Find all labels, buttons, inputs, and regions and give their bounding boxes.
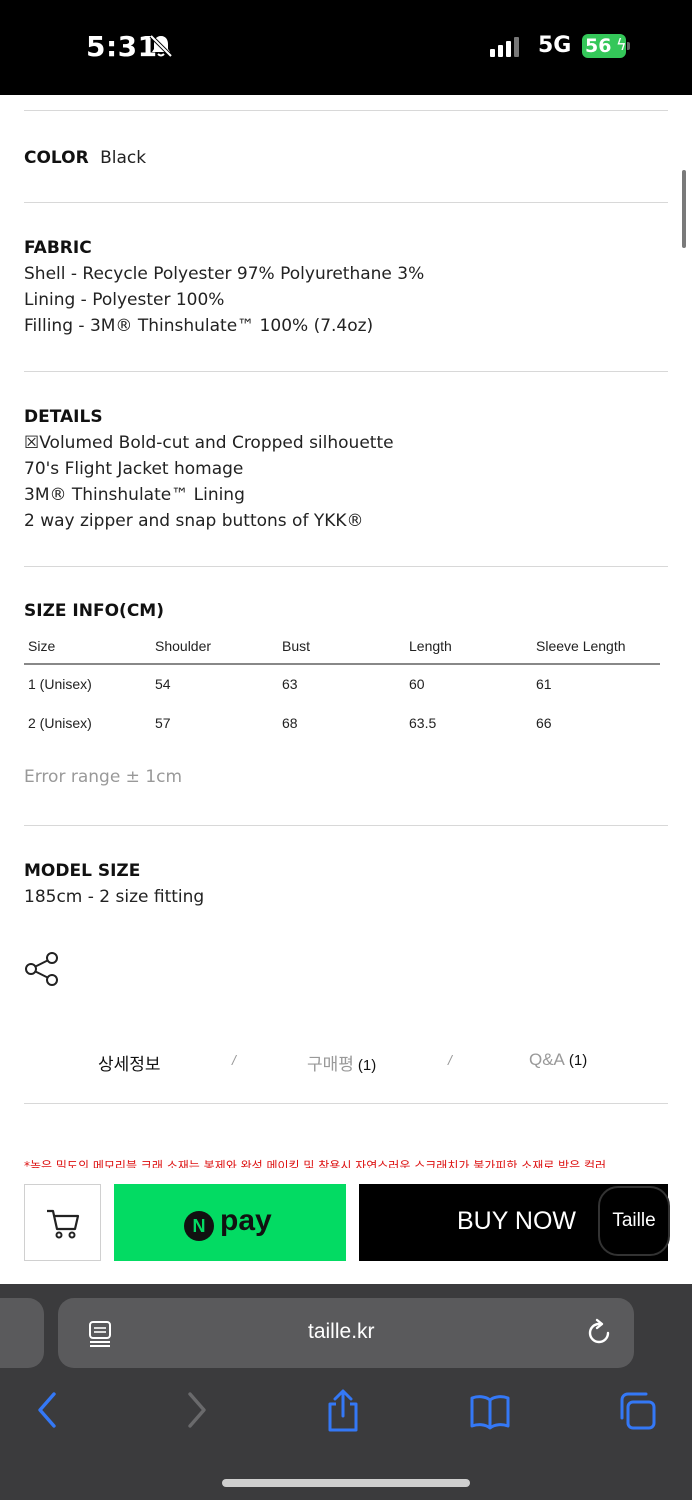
product-info-content[interactable]: COLOR Black FABRIC Shell - Recycle Polye…: [0, 95, 692, 1168]
column-header: Sleeve Length: [532, 628, 660, 665]
bookmarks-icon[interactable]: [470, 1388, 510, 1432]
status-bar: 5:31 5G 56 ϟ: [0, 0, 692, 95]
details-line: 70's Flight Jacket homage: [24, 459, 244, 479]
model-size-label: MODEL SIZE: [24, 861, 141, 881]
fabric-label: FABRIC: [24, 238, 92, 258]
forward-arrow-icon[interactable]: [176, 1388, 216, 1432]
model-size-section: MODEL SIZE 185cm - 2 size fitting: [24, 858, 204, 910]
page-menu-icon[interactable]: [88, 1320, 114, 1348]
column-header: Length: [405, 628, 532, 665]
charging-bolt-icon: ϟ: [616, 35, 627, 54]
network-label: 5G: [538, 33, 572, 58]
divider: [24, 825, 668, 826]
browser-toolbar: taille.kr: [0, 1284, 692, 1500]
tabs-icon[interactable]: [618, 1388, 658, 1432]
model-size-value: 185cm - 2 size fitting: [24, 887, 205, 907]
table-cell: 63: [282, 676, 298, 692]
divider: [24, 110, 668, 111]
tab-qa-count: (1): [568, 1052, 588, 1069]
column-header: Shoulder: [151, 628, 278, 665]
tab-separator: /: [232, 1052, 236, 1068]
url-text[interactable]: taille.kr: [308, 1320, 375, 1344]
divider: [24, 566, 668, 567]
status-time: 5:31: [86, 30, 158, 63]
table-cell: 63.5: [409, 714, 437, 731]
purchase-bar: N pay BUY NOW: [0, 1168, 692, 1284]
share-sheet-icon[interactable]: [323, 1388, 363, 1432]
scrollbar[interactable]: [682, 170, 686, 248]
share-icon[interactable]: [24, 951, 60, 987]
column-header: Bust: [278, 628, 405, 665]
npay-label: pay: [220, 1204, 272, 1237]
size-info-label: SIZE INFO(CM): [24, 601, 164, 621]
color-label: COLOR: [24, 148, 89, 168]
reload-icon[interactable]: [584, 1318, 614, 1348]
tab-detail[interactable]: 상세정보: [98, 1050, 161, 1075]
divider: [24, 1103, 668, 1104]
cart-button[interactable]: [24, 1184, 101, 1261]
battery-indicator: 56 ϟ: [582, 34, 630, 58]
table-cell: 1 (Unisex): [28, 676, 92, 692]
table-cell: 54: [155, 676, 171, 692]
details-line: 2 way zipper and snap buttons of YKK®: [24, 511, 364, 531]
fabric-line: Shell - Recycle Polyester 97% Polyuretha…: [24, 264, 425, 284]
battery-level: 56: [585, 35, 612, 57]
table-cell: 57: [155, 714, 171, 731]
address-bar[interactable]: taille.kr: [58, 1298, 634, 1368]
details-line: ☒Volumed Bold-cut and Cropped silhouette: [24, 433, 394, 453]
table-header-row: Size Shoulder Bust Length Sleeve Length: [24, 628, 660, 665]
back-arrow-icon[interactable]: [28, 1388, 68, 1432]
tab-qa[interactable]: Q&A (1): [529, 1050, 587, 1070]
tab-review[interactable]: 구매평 (1): [307, 1050, 376, 1075]
tab-review-label: 구매평: [307, 1055, 354, 1074]
size-table: Size Shoulder Bust Length Sleeve Length …: [24, 628, 660, 742]
table-row: 2 (Unisex) 57 68 63.5 66: [24, 703, 660, 742]
table-cell: 66: [536, 714, 552, 731]
taille-chat-button[interactable]: Taille: [598, 1186, 670, 1256]
table-cell: 2 (Unisex): [28, 714, 92, 731]
signal-icon: [490, 37, 519, 57]
naver-n-icon: N: [184, 1211, 214, 1241]
size-info-section: SIZE INFO(CM): [24, 598, 164, 624]
divider: [24, 202, 668, 203]
color-value: Black: [100, 148, 147, 168]
error-range-note: Error range ± 1cm: [24, 767, 183, 787]
buy-now-label: BUY NOW: [457, 1207, 576, 1235]
color-row: COLOR Black: [24, 145, 146, 171]
table-row: 1 (Unisex) 54 63 60 61: [24, 664, 660, 703]
details-line: 3M® Thinshulate™ Lining: [24, 485, 245, 505]
divider: [24, 371, 668, 372]
npay-button[interactable]: N pay: [114, 1184, 346, 1261]
table-cell: 60: [409, 676, 425, 692]
cart-icon: [47, 1209, 80, 1239]
browser-nav-row: [0, 1388, 692, 1438]
fabric-line: Filling - 3M® Thinshulate™ 100% (7.4oz): [24, 316, 374, 336]
tab-review-count: (1): [357, 1057, 377, 1074]
table-cell: 68: [282, 714, 298, 731]
fabric-line: Lining - Polyester 100%: [24, 290, 225, 310]
fabric-section: FABRIC Shell - Recycle Polyester 97% Pol…: [24, 235, 424, 339]
home-indicator[interactable]: [222, 1479, 470, 1487]
details-section: DETAILS ☒Volumed Bold-cut and Cropped si…: [24, 404, 394, 534]
tab-separator: /: [448, 1052, 452, 1068]
product-notice: *높은 밀도의 메모리블 크래 소재는 봉제와 완성 메이킹 및 착용시 자연스…: [24, 1159, 607, 1168]
table-cell: 61: [536, 676, 552, 692]
bell-muted-icon: [149, 34, 173, 58]
detail-tabs: 상세정보 / 구매평 (1) / Q&A (1): [24, 1050, 668, 1086]
details-label: DETAILS: [24, 407, 103, 427]
tab-qa-label: Q&A: [529, 1050, 565, 1069]
column-header: Size: [24, 628, 151, 665]
previous-tab-bar[interactable]: [0, 1298, 44, 1368]
